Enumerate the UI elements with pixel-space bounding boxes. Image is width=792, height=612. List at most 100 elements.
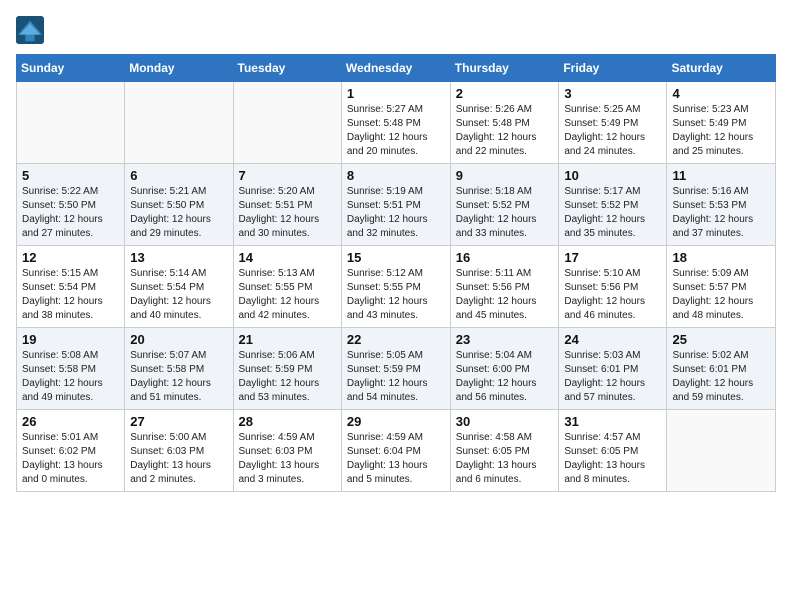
day-number: 25 [672,332,770,347]
calendar-day-cell: 3 Sunrise: 5:25 AM Sunset: 5:49 PM Daylig… [559,82,667,164]
day-info: Sunrise: 5:11 AM Sunset: 5:56 PM Dayligh… [456,267,554,323]
calendar-day-cell: 2 Sunrise: 5:26 AM Sunset: 5:48 PM Daylig… [450,82,559,164]
day-info: Sunrise: 4:59 AM Sunset: 6:03 PM Dayligh… [239,431,336,487]
day-info: Sunrise: 5:15 AM Sunset: 5:54 PM Dayligh… [22,267,119,323]
calendar-day-cell: 26 Sunrise: 5:01 AM Sunset: 6:02 PM Dayli… [17,410,125,492]
calendar-day-cell: 27 Sunrise: 5:00 AM Sunset: 6:03 PM Dayli… [125,410,233,492]
calendar-day-cell [233,82,341,164]
day-number: 31 [564,414,661,429]
calendar-week-row: 26 Sunrise: 5:01 AM Sunset: 6:02 PM Dayli… [17,410,776,492]
day-info: Sunrise: 5:07 AM Sunset: 5:58 PM Dayligh… [130,349,227,405]
day-info: Sunrise: 5:23 AM Sunset: 5:49 PM Dayligh… [672,103,770,159]
calendar-day-cell: 20Sunrise: 5:07 AM Sunset: 5:58 PM Dayli… [125,328,233,410]
day-info: Sunrise: 5:02 AM Sunset: 6:01 PM Dayligh… [672,349,770,405]
day-number: 28 [239,414,336,429]
day-number: 27 [130,414,227,429]
day-info: Sunrise: 5:27 AM Sunset: 5:48 PM Dayligh… [347,103,445,159]
day-number: 16 [456,250,554,265]
day-info: Sunrise: 5:04 AM Sunset: 6:00 PM Dayligh… [456,349,554,405]
day-info: Sunrise: 4:57 AM Sunset: 6:05 PM Dayligh… [564,431,661,487]
calendar-day-cell [667,410,776,492]
day-number: 2 [456,86,554,101]
calendar-day-cell: 4 Sunrise: 5:23 AM Sunset: 5:49 PM Daylig… [667,82,776,164]
day-info: Sunrise: 5:00 AM Sunset: 6:03 PM Dayligh… [130,431,227,487]
page-header [16,16,776,44]
day-number: 22 [347,332,445,347]
calendar-day-cell: 12 Sunrise: 5:15 AM Sunset: 5:54 PM Dayli… [17,246,125,328]
calendar-table: SundayMondayTuesdayWednesdayThursdayFrid… [16,54,776,492]
day-number: 23 [456,332,554,347]
day-info: Sunrise: 5:19 AM Sunset: 5:51 PM Dayligh… [347,185,445,241]
calendar-body: 1 Sunrise: 5:27 AM Sunset: 5:48 PM Daylig… [17,82,776,492]
header-sunday: Sunday [17,55,125,82]
calendar-day-cell: 16 Sunrise: 5:11 AM Sunset: 5:56 PM Dayli… [450,246,559,328]
day-info: Sunrise: 5:20 AM Sunset: 5:51 PM Dayligh… [239,185,336,241]
header-friday: Friday [559,55,667,82]
calendar-header-row: SundayMondayTuesdayWednesdayThursdayFrid… [17,55,776,82]
calendar-day-cell: 28 Sunrise: 4:59 AM Sunset: 6:03 PM Dayli… [233,410,341,492]
calendar-day-cell: 22 Sunrise: 5:05 AM Sunset: 5:59 PM Dayli… [341,328,450,410]
day-info: Sunrise: 5:22 AM Sunset: 5:50 PM Dayligh… [22,185,119,241]
day-number: 29 [347,414,445,429]
calendar-day-cell: 17 Sunrise: 5:10 AM Sunset: 5:56 PM Dayli… [559,246,667,328]
calendar-day-cell: 9 Sunrise: 5:18 AM Sunset: 5:52 PM Daylig… [450,164,559,246]
day-info: Sunrise: 5:26 AM Sunset: 5:48 PM Dayligh… [456,103,554,159]
calendar-day-cell: 13 Sunrise: 5:14 AM Sunset: 5:54 PM Dayli… [125,246,233,328]
calendar-day-cell: 8 Sunrise: 5:19 AM Sunset: 5:51 PM Daylig… [341,164,450,246]
day-number: 7 [239,168,336,183]
calendar-day-cell: 1 Sunrise: 5:27 AM Sunset: 5:48 PM Daylig… [341,82,450,164]
day-number: 15 [347,250,445,265]
day-info: Sunrise: 5:16 AM Sunset: 5:53 PM Dayligh… [672,185,770,241]
day-number: 13 [130,250,227,265]
header-wednesday: Wednesday [341,55,450,82]
calendar-day-cell [125,82,233,164]
day-number: 21 [239,332,336,347]
day-info: Sunrise: 5:18 AM Sunset: 5:52 PM Dayligh… [456,185,554,241]
day-number: 12 [22,250,119,265]
day-number: 11 [672,168,770,183]
day-info: Sunrise: 5:17 AM Sunset: 5:52 PM Dayligh… [564,185,661,241]
day-info: Sunrise: 5:14 AM Sunset: 5:54 PM Dayligh… [130,267,227,323]
day-info: Sunrise: 5:13 AM Sunset: 5:55 PM Dayligh… [239,267,336,323]
day-number: 19 [22,332,119,347]
calendar-day-cell: 29Sunrise: 4:59 AM Sunset: 6:04 PM Dayli… [341,410,450,492]
day-info: Sunrise: 5:09 AM Sunset: 5:57 PM Dayligh… [672,267,770,323]
calendar-week-row: 19 Sunrise: 5:08 AM Sunset: 5:58 PM Dayli… [17,328,776,410]
calendar-day-cell: 15 Sunrise: 5:12 AM Sunset: 5:55 PM Dayli… [341,246,450,328]
calendar-day-cell: 7 Sunrise: 5:20 AM Sunset: 5:51 PM Daylig… [233,164,341,246]
calendar-day-cell: 19 Sunrise: 5:08 AM Sunset: 5:58 PM Dayli… [17,328,125,410]
day-number: 14 [239,250,336,265]
header-monday: Monday [125,55,233,82]
day-info: Sunrise: 5:25 AM Sunset: 5:49 PM Dayligh… [564,103,661,159]
day-number: 9 [456,168,554,183]
calendar-day-cell: 25 Sunrise: 5:02 AM Sunset: 6:01 PM Dayli… [667,328,776,410]
header-tuesday: Tuesday [233,55,341,82]
day-number: 3 [564,86,661,101]
header-saturday: Saturday [667,55,776,82]
calendar-day-cell: 30Sunrise: 4:58 AM Sunset: 6:05 PM Dayli… [450,410,559,492]
day-number: 4 [672,86,770,101]
day-info: Sunrise: 5:08 AM Sunset: 5:58 PM Dayligh… [22,349,119,405]
day-info: Sunrise: 5:06 AM Sunset: 5:59 PM Dayligh… [239,349,336,405]
day-number: 8 [347,168,445,183]
header-thursday: Thursday [450,55,559,82]
day-number: 1 [347,86,445,101]
day-number: 30 [456,414,554,429]
calendar-week-row: 12 Sunrise: 5:15 AM Sunset: 5:54 PM Dayli… [17,246,776,328]
day-info: Sunrise: 5:05 AM Sunset: 5:59 PM Dayligh… [347,349,445,405]
calendar-day-cell: 10 Sunrise: 5:17 AM Sunset: 5:52 PM Dayli… [559,164,667,246]
calendar-day-cell [17,82,125,164]
calendar-day-cell: 11 Sunrise: 5:16 AM Sunset: 5:53 PM Dayli… [667,164,776,246]
calendar-day-cell: 14 Sunrise: 5:13 AM Sunset: 5:55 PM Dayli… [233,246,341,328]
day-number: 10 [564,168,661,183]
calendar-day-cell: 6Sunrise: 5:21 AM Sunset: 5:50 PM Daylig… [125,164,233,246]
calendar-day-cell: 5 Sunrise: 5:22 AM Sunset: 5:50 PM Daylig… [17,164,125,246]
day-info: Sunrise: 5:10 AM Sunset: 5:56 PM Dayligh… [564,267,661,323]
day-number: 5 [22,168,119,183]
calendar-day-cell: 21 Sunrise: 5:06 AM Sunset: 5:59 PM Dayli… [233,328,341,410]
day-info: Sunrise: 5:12 AM Sunset: 5:55 PM Dayligh… [347,267,445,323]
day-number: 17 [564,250,661,265]
day-number: 18 [672,250,770,265]
day-info: Sunrise: 5:01 AM Sunset: 6:02 PM Dayligh… [22,431,119,487]
day-number: 26 [22,414,119,429]
